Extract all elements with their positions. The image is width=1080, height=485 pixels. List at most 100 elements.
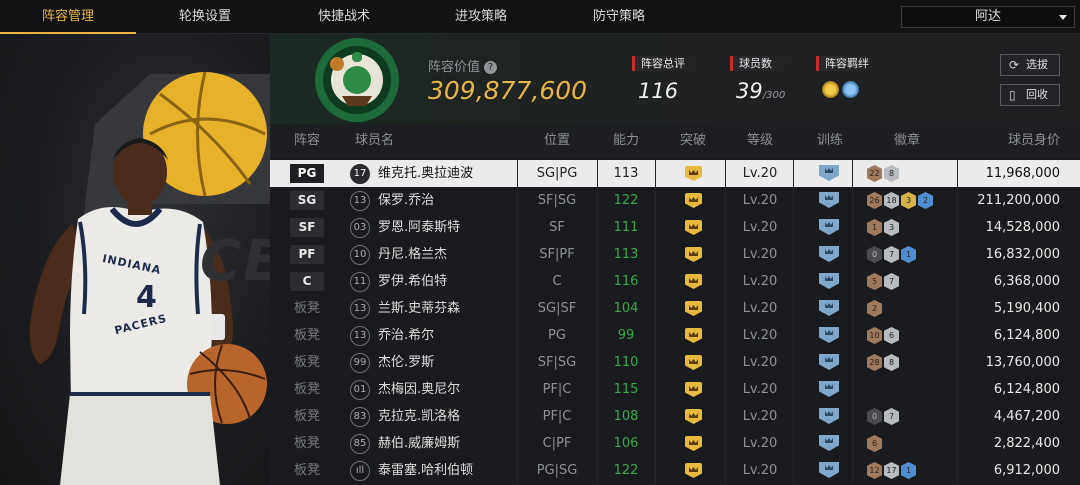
training-shield-icon[interactable]	[819, 300, 839, 316]
table-row[interactable]: 板凳 99 杰伦.罗斯 SF|SG 110 Lv.20 28 8 13,760,000	[270, 349, 1080, 376]
tab-defense-strategy[interactable]: 防守策略	[548, 0, 690, 34]
breakthrough-crown-icon[interactable]	[685, 463, 702, 478]
training-shield-icon[interactable]	[819, 462, 839, 478]
lineup-dropdown[interactable]: 阿达	[901, 6, 1075, 28]
badge-list[interactable]: 12 17 1	[867, 462, 916, 479]
breakthrough-crown-icon[interactable]	[685, 409, 702, 424]
tab-rotation-settings[interactable]: 轮换设置	[136, 0, 274, 34]
breakthrough-crown-icon[interactable]	[685, 301, 702, 316]
table-row[interactable]: SG 13 保罗.乔治 SF|SG 122 Lv.20 26 18 3 2 211,200,000	[270, 187, 1080, 214]
column-divider	[725, 376, 726, 403]
lineup-slot-bench[interactable]: 板凳	[290, 457, 324, 484]
lineup-slot[interactable]: SF	[290, 218, 324, 237]
table-row[interactable]: PG 17 维克托.奥拉迪波 SG|PG 113 Lv.20 22 8 11,968,000	[270, 160, 1080, 187]
badge-list[interactable]: 22 8	[867, 165, 899, 182]
tab-quick-tactics[interactable]: 快捷战术	[274, 0, 414, 34]
player-name[interactable]: 丹尼.格兰杰	[378, 241, 447, 268]
table-row[interactable]: SF 03 罗恩.阿泰斯特 SF 111 Lv.20 1 3 14,528,000	[270, 214, 1080, 241]
table-row[interactable]: 板凳 13 兰斯.史蒂芬森 SG|SF 104 Lv.20 2 5,190,400	[270, 295, 1080, 322]
lineup-slot-bench[interactable]: 板凳	[290, 403, 324, 430]
training-shield-icon[interactable]	[819, 273, 839, 289]
badge-list[interactable]: 13	[867, 219, 899, 236]
badge-list[interactable]: 26 18 3 2	[867, 192, 933, 209]
table-row[interactable]: 板凳 13 乔治.希尔 PG 99 Lv.20 10 6 6,124,800	[270, 322, 1080, 349]
lineup-slot-bench[interactable]: 板凳	[290, 322, 324, 349]
badge-list[interactable]: 07	[867, 408, 899, 425]
training-shield-icon[interactable]	[819, 219, 839, 235]
breakthrough-crown-icon[interactable]	[685, 247, 702, 262]
breakthrough-crown-icon[interactable]	[685, 328, 702, 343]
breakthrough-crown-icon[interactable]	[685, 220, 702, 235]
table-row[interactable]: 板凳 83 克拉克.凯洛格 PF|C 108 Lv.20 0 7 4,467,200	[270, 403, 1080, 430]
training-shield-icon[interactable]	[819, 246, 839, 262]
column-divider	[725, 430, 726, 457]
badge-list[interactable]: 57	[867, 273, 899, 290]
tab-lineup-management[interactable]: 阵容管理	[0, 0, 136, 34]
training-shield-icon[interactable]	[819, 354, 839, 370]
table-row[interactable]: PF 10 丹尼.格兰杰 SF|PF 113 Lv.20 0 7 1 16,832,000	[270, 241, 1080, 268]
training-shield-icon[interactable]	[819, 327, 839, 343]
bond-icons[interactable]	[816, 81, 882, 98]
badge-list[interactable]: 28 8	[867, 354, 899, 371]
breakthrough-crown-icon[interactable]	[685, 274, 702, 289]
column-divider	[852, 214, 853, 241]
player-level: Lv.20	[742, 328, 778, 343]
player-name[interactable]: 保罗.乔治	[378, 187, 434, 214]
lineup-slot-bench[interactable]: 板凳	[290, 349, 324, 376]
player-level: Lv.20	[742, 409, 778, 424]
training-shield-icon[interactable]	[819, 192, 839, 208]
player-name[interactable]: 罗伊.希伯特	[378, 268, 447, 295]
bond-blue-icon[interactable]	[842, 81, 859, 98]
bond-gold-icon[interactable]	[822, 81, 839, 98]
help-icon[interactable]: ?	[484, 61, 498, 74]
table-row[interactable]: C 11 罗伊.希伯特 C 116 Lv.20 5 7 6,368,000	[270, 268, 1080, 295]
lineup-slot[interactable]: PG	[290, 164, 324, 183]
dropdown-value: 阿达	[974, 9, 1001, 24]
lineup-slot-bench[interactable]: 板凳	[290, 295, 324, 322]
lineup-slot-bench[interactable]: 板凳	[290, 430, 324, 457]
breakthrough-crown-icon[interactable]	[685, 436, 702, 451]
badge-list[interactable]: 2	[867, 300, 882, 317]
select-button[interactable]: ⟳ 选拔	[1000, 54, 1060, 76]
player-name[interactable]: 乔治.希尔	[378, 322, 434, 349]
training-shield-icon[interactable]	[819, 435, 839, 451]
player-position: SG|PG	[536, 166, 578, 181]
column-divider	[597, 349, 598, 376]
player-name[interactable]: 克拉克.凯洛格	[378, 403, 460, 430]
training-shield-icon[interactable]	[819, 165, 839, 181]
breakthrough-crown-icon[interactable]	[685, 355, 702, 370]
table-row[interactable]: 板凳 ıll 泰雷塞.哈利伯顿 PG|SG 122 Lv.20 12 17 1 6,912,000	[270, 457, 1080, 484]
lineup-slot[interactable]: C	[290, 272, 324, 291]
badge-list[interactable]: 071	[867, 246, 916, 263]
column-divider	[852, 430, 853, 457]
player-position: SF|SG	[537, 355, 577, 370]
badge-list[interactable]: 6	[867, 435, 882, 452]
player-ability: 113	[613, 247, 639, 262]
lineup-slot-bench[interactable]: 板凳	[290, 376, 324, 403]
table-row[interactable]: 板凳 85 赫伯.威廉姆斯 C|PF 106 Lv.20 6 2,822,400	[270, 430, 1080, 457]
lineup-slot[interactable]: PF	[290, 245, 324, 264]
training-shield-icon[interactable]	[819, 381, 839, 397]
jersey-number-badge: 85	[350, 434, 370, 454]
player-name[interactable]: 赫伯.威廉姆斯	[378, 430, 460, 457]
column-divider	[793, 349, 794, 376]
breakthrough-crown-icon[interactable]	[685, 193, 702, 208]
player-name[interactable]: 维克托.奥拉迪波	[378, 160, 473, 187]
tab-offense-strategy[interactable]: 进攻策略	[414, 0, 548, 34]
player-name[interactable]: 罗恩.阿泰斯特	[378, 214, 460, 241]
table-row[interactable]: 板凳 01 杰梅因.奥尼尔 PF|C 115 Lv.20 6,124,800	[270, 376, 1080, 403]
recycle-button[interactable]: ▯ 回收	[1000, 84, 1060, 106]
breakthrough-crown-icon[interactable]	[685, 166, 702, 181]
breakthrough-crown-icon[interactable]	[685, 382, 702, 397]
player-name[interactable]: 泰雷塞.哈利伯顿	[378, 457, 473, 484]
player-name[interactable]: 杰梅因.奥尼尔	[378, 376, 460, 403]
training-shield-icon[interactable]	[819, 408, 839, 424]
badge-icon: 2	[867, 300, 882, 317]
player-name[interactable]: 杰伦.罗斯	[378, 349, 434, 376]
badge-list[interactable]: 10 6	[867, 327, 899, 344]
column-divider	[517, 430, 518, 457]
lineup-value: 309,877,600	[428, 76, 588, 105]
lineup-slot[interactable]: SG	[290, 191, 324, 210]
badge-icon: 1	[901, 246, 916, 263]
player-name[interactable]: 兰斯.史蒂芬森	[378, 295, 460, 322]
